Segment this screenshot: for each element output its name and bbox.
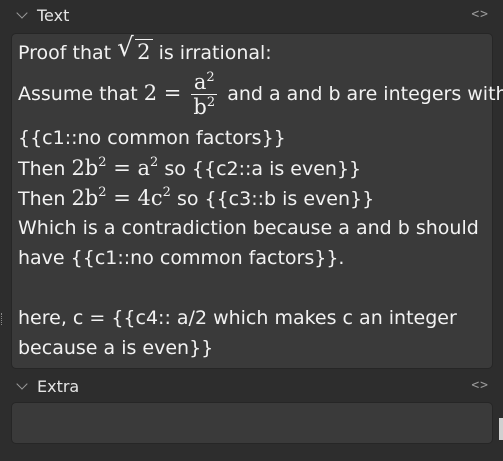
scrollbar[interactable] — [499, 418, 503, 440]
fraction-a2-over-b2: a2 b2 — [191, 70, 218, 119]
field-label-text: Text — [37, 6, 70, 25]
resize-grip-icon[interactable] — [1, 313, 4, 325]
equation-4-lhs: 2b2 = a2 — [71, 155, 159, 180]
editor-line-7: have {{c1::no common factors}}. — [18, 247, 345, 269]
editor-line-2: Assume that 2 = a2 b2 and a and b are int… — [18, 70, 503, 119]
sqrt-expression: √ 2 — [117, 33, 153, 64]
editor-line-1: Proof that √ 2 is irrational: — [18, 33, 272, 68]
editor-line-9: because a is even}} — [18, 337, 214, 359]
html-editor-toggle-icon[interactable]: <> — [471, 378, 489, 393]
editor-line-5: Then 2b2 = 4c2 so {{c3::b is even}} — [18, 185, 375, 210]
editor-line-4: Then 2b2 = a2 so {{c2::a is even}} — [18, 155, 362, 180]
equation-lhs: 2 = — [143, 81, 182, 105]
text-field-header[interactable]: Text <> — [0, 0, 503, 32]
chevron-down-icon[interactable] — [16, 7, 28, 19]
equation-5-lhs: 2b2 = 4c2 — [71, 185, 171, 210]
extra-field-header[interactable]: Extra <> — [0, 371, 503, 403]
chevron-down-icon[interactable] — [16, 378, 28, 390]
extra-field-editor[interactable] — [11, 402, 493, 444]
editor-line-3: {{c1::no common factors}} — [18, 127, 286, 149]
editor-line-8: here, c = {{c4:: a/2 which makes c an in… — [18, 307, 457, 329]
field-label-extra: Extra — [37, 377, 80, 396]
editor-line-6: Which is a contradiction because a and b… — [18, 217, 479, 239]
html-editor-toggle-icon[interactable]: <> — [471, 7, 489, 22]
